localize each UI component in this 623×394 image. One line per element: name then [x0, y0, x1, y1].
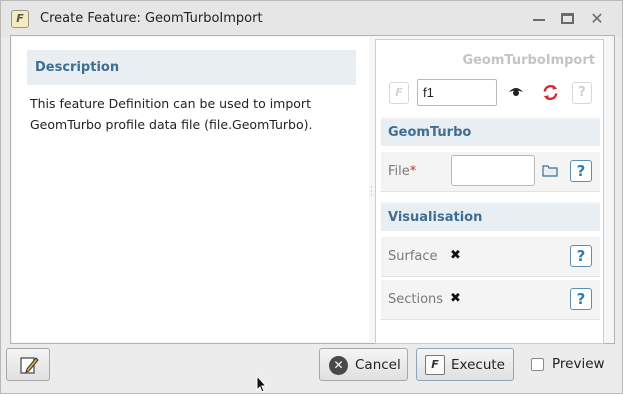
sections-label: Sections	[388, 292, 444, 307]
surface-toggle[interactable]: ✖	[450, 248, 461, 263]
sections-toggle[interactable]: ✖	[450, 291, 461, 306]
preview-label: Preview	[552, 356, 605, 372]
minimize-icon	[533, 19, 545, 21]
sections-help-button[interactable]: ?	[570, 288, 592, 310]
feature-type-name: GeomTurboImport	[462, 53, 595, 68]
minimize-button[interactable]	[529, 9, 549, 29]
description-panel: Description This feature Definition can …	[12, 37, 369, 342]
feature-f-button[interactable]: F	[389, 82, 409, 104]
feature-app-icon: F	[11, 10, 29, 28]
execute-button[interactable]: F Execute	[416, 348, 514, 381]
required-marker: *	[409, 164, 417, 179]
sections-row: Sections ✖ ?	[381, 280, 600, 320]
maximize-button[interactable]	[558, 9, 578, 29]
mouse-cursor-icon	[256, 375, 268, 393]
file-path-input[interactable]	[451, 155, 535, 186]
cancel-label: Cancel	[355, 357, 401, 373]
visualisation-section-title: Visualisation	[388, 210, 483, 225]
properties-panel: GeomTurboImport F ? GeomTurbo File*	[375, 39, 604, 344]
description-heading: Description	[35, 60, 120, 75]
surface-label: Surface	[388, 249, 438, 264]
panel-splitter-handle[interactable]: · · ·	[370, 184, 374, 200]
file-label: File*	[388, 164, 417, 179]
description-header: Description	[27, 50, 356, 85]
folder-icon[interactable]	[542, 164, 558, 177]
title-bar[interactable]: F Create Feature: GeomTurboImport ✕	[1, 1, 622, 37]
eye-icon[interactable]	[508, 85, 524, 99]
create-feature-dialog: F Create Feature: GeomTurboImport ✕ Desc…	[0, 0, 623, 394]
pencil-icon	[20, 357, 39, 374]
geomturbo-section-header[interactable]: GeomTurbo	[381, 117, 600, 146]
file-row: File* ?	[381, 152, 600, 192]
close-button[interactable]: ✕	[587, 9, 607, 29]
geomturbo-section-title: GeomTurbo	[388, 125, 472, 140]
execute-icon: F	[425, 355, 445, 375]
file-help-button[interactable]: ?	[570, 160, 592, 182]
maximize-icon	[561, 13, 574, 24]
cancel-icon: ✕	[329, 356, 348, 375]
button-bar: ✕ Cancel F Execute Preview	[1, 345, 622, 393]
feature-name-input[interactable]	[417, 79, 497, 106]
surface-help-button[interactable]: ?	[570, 245, 592, 267]
execute-label: Execute	[451, 357, 505, 373]
close-icon: ✕	[590, 9, 604, 28]
surface-row: Surface ✖ ?	[381, 237, 600, 277]
description-text: This feature Definition can be used to i…	[30, 96, 313, 132]
edit-button[interactable]	[6, 348, 50, 381]
preview-checkbox[interactable]	[531, 358, 544, 371]
window-title: Create Feature: GeomTurboImport	[40, 11, 263, 26]
dialog-body: Description This feature Definition can …	[10, 35, 615, 344]
cancel-button[interactable]: ✕ Cancel	[319, 348, 408, 381]
feature-help-button[interactable]: ?	[572, 82, 592, 104]
visualisation-section-header[interactable]: Visualisation	[381, 202, 600, 231]
refresh-icon[interactable]	[541, 83, 560, 102]
